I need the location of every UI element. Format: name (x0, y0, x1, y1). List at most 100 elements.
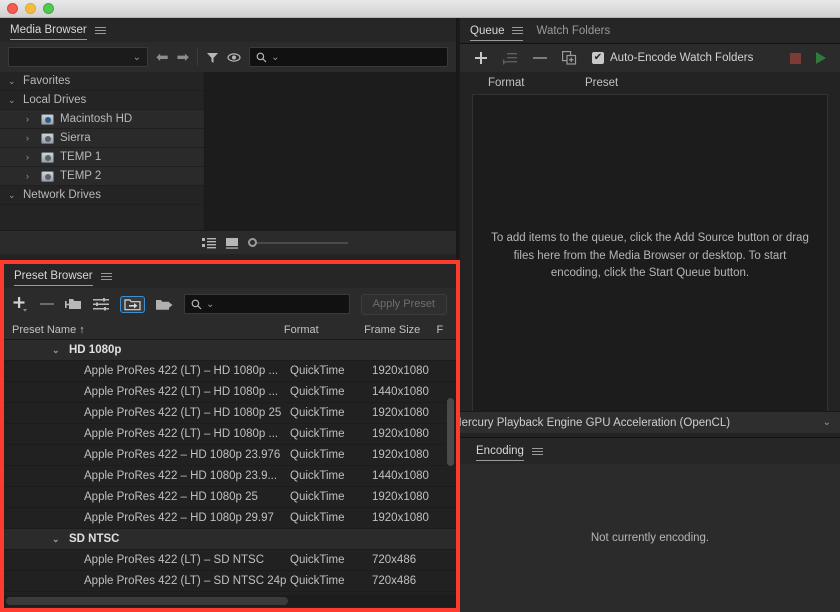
preset-list[interactable]: ⌄ HD 1080p Apple ProRes 422 (LT) – HD 108… (4, 340, 456, 595)
drive-tree[interactable]: ⌄ Favorites ⌄ Local Drives › Macintosh HD ›… (0, 72, 205, 230)
slider-knob[interactable] (248, 238, 257, 247)
preset-format: QuickTime (290, 386, 345, 398)
hamburger-icon[interactable] (94, 26, 106, 34)
table-row[interactable]: Apple ProRes 422 (LT) – SD NTSC 24p Quick… (4, 571, 456, 592)
tree-item-label: Favorites (23, 75, 71, 87)
search-icon (256, 52, 267, 62)
column-preset-name[interactable]: Preset Name ↑ (4, 324, 284, 336)
tree-item-macintosh-hd[interactable]: › Macintosh HD (0, 110, 204, 129)
arrow-right-icon[interactable]: ➡ (177, 50, 190, 65)
import-preset-icon[interactable] (120, 295, 145, 313)
preset-list-hscrollbar[interactable] (4, 595, 456, 607)
column-frame-rate[interactable]: F (436, 324, 456, 336)
apply-preset-button[interactable]: Apply Preset (360, 293, 447, 315)
duplicate-icon[interactable] (562, 51, 577, 65)
tree-item-sierra[interactable]: › Sierra (0, 129, 204, 148)
queue-drop-area[interactable]: To add items to the queue, click the Add… (472, 94, 828, 419)
table-row[interactable]: Apple ProRes 422 (LT) – HD 1080p ... Quic… (4, 361, 456, 382)
arrow-left-icon[interactable]: ⬅ (156, 50, 169, 65)
close-window-button[interactable] (7, 3, 18, 14)
preset-name: Apple ProRes 422 (LT) – SD NTSC 24p (84, 575, 287, 587)
stop-icon[interactable] (790, 52, 801, 64)
tree-item-favorites[interactable]: ⌄ Favorites (0, 72, 204, 91)
tree-item-temp-1[interactable]: › TEMP 1 (0, 148, 204, 167)
play-icon[interactable] (816, 52, 826, 64)
hamburger-icon[interactable] (531, 447, 543, 455)
add-preset-icon[interactable] (503, 52, 518, 65)
tab-media-browser[interactable]: Media Browser (10, 17, 87, 43)
path-select[interactable]: ⌄ (8, 47, 148, 67)
preset-format: QuickTime (290, 428, 345, 440)
tab-encoding[interactable]: Encoding (476, 438, 524, 464)
preset-browser-panel: Preset Browser ⌄ Apply Preset Preset Nam… (0, 260, 460, 612)
table-row[interactable]: Apple ProRes 422 (LT) – HD 1080p ... Quic… (4, 424, 456, 445)
chevron-right-icon[interactable]: › (26, 171, 35, 181)
window-titlebar (0, 0, 840, 18)
chevron-down-icon[interactable]: ⌄ (52, 345, 61, 356)
chevron-down-icon: ⌄ (8, 94, 16, 105)
tab-watch-folders[interactable]: Watch Folders (537, 18, 611, 44)
media-preview-area[interactable] (205, 72, 456, 230)
chevron-down-icon[interactable]: ⌄ (52, 534, 61, 545)
column-frame-size[interactable]: Frame Size (364, 324, 436, 336)
scrollbar-thumb[interactable] (6, 597, 289, 605)
preset-settings-icon[interactable] (93, 297, 109, 311)
export-preset-icon[interactable] (156, 298, 173, 311)
table-row[interactable]: Apple ProRes 422 (LT) – HD 1080p ... Quic… (4, 382, 456, 403)
funnel-icon[interactable] (206, 51, 219, 64)
minus-icon[interactable] (40, 302, 54, 306)
queue-empty-message: To add items to the queue, click the Add… (491, 231, 809, 280)
thumbnail-view-icon[interactable] (225, 237, 239, 249)
chevron-down-icon: ⌄ (132, 51, 141, 63)
table-row[interactable]: Apple ProRes 422 – HD 1080p 23.9... Quick… (4, 466, 456, 487)
chevron-right-icon[interactable]: › (26, 152, 35, 162)
plus-icon[interactable] (474, 51, 488, 65)
chevron-down-icon: ⌄ (8, 75, 16, 86)
new-folder-icon[interactable] (65, 297, 82, 311)
table-row[interactable]: Apple ProRes 422 – HD 1080p 23.976 QuickT… (4, 445, 456, 466)
column-format[interactable]: Format (284, 324, 364, 336)
preset-format: QuickTime (290, 491, 345, 503)
chevron-right-icon[interactable]: › (26, 114, 35, 124)
chevron-down-icon: ⌄ (822, 417, 831, 428)
minimize-window-button[interactable] (25, 3, 36, 14)
preset-list-vscrollbar[interactable] (447, 398, 454, 466)
tab-preset-browser[interactable]: Preset Browser (14, 263, 93, 289)
preset-group-row[interactable]: ⌄ HD 1080p (4, 340, 456, 361)
table-row[interactable]: Apple ProRes 422 – HD 1080p 29.97 QuickTi… (4, 508, 456, 529)
hamburger-icon[interactable] (100, 272, 112, 280)
preset-name: Apple ProRes 422 (LT) – SD NTSC (84, 554, 265, 566)
table-row[interactable]: Apple ProRes 422 (LT) – SD NTSC QuickTime… (4, 550, 456, 571)
queue-panel: Queue Watch Folders ✔ Auto-Encode Watch … (452, 18, 840, 433)
preset-browser-title: Preset Browser (14, 270, 93, 282)
hard-drive-icon (41, 113, 54, 125)
preset-frame-size: 1920x1080 (372, 491, 429, 503)
plus-icon[interactable] (13, 296, 29, 312)
tree-item-temp-2[interactable]: › TEMP 2 (0, 167, 204, 186)
hamburger-icon[interactable] (511, 27, 523, 34)
eye-icon[interactable] (227, 52, 241, 63)
zoom-window-button[interactable] (43, 3, 54, 14)
table-row[interactable]: Apple ProRes 422 (LT) – HD 1080p 25 Quick… (4, 403, 456, 424)
preset-search-input[interactable]: ⌄ (184, 294, 350, 314)
tab-label: Queue (470, 24, 505, 37)
preset-group-row[interactable]: ⌄ SD NTSC (4, 529, 456, 550)
tree-item-local-drives[interactable]: ⌄ Local Drives (0, 91, 204, 110)
preset-format: QuickTime (290, 575, 345, 587)
column-format: Format (488, 77, 525, 89)
sort-ascending-icon: ↑ (79, 323, 85, 336)
encoding-body: Not currently encoding. (460, 464, 840, 612)
thumbnail-size-slider[interactable] (248, 238, 348, 248)
search-input[interactable]: ⌄ (249, 47, 448, 67)
chevron-right-icon[interactable]: › (26, 133, 35, 143)
auto-encode-watch-folders-checkbox[interactable]: ✔ Auto-Encode Watch Folders (592, 52, 753, 64)
preset-frame-size: 1920x1080 (372, 365, 429, 377)
gpu-renderer-select[interactable]: Mercury Playback Engine GPU Acceleration… (452, 411, 840, 433)
minus-icon[interactable] (533, 56, 547, 60)
list-view-icon[interactable] (202, 237, 216, 249)
tab-queue[interactable]: Queue (470, 18, 523, 44)
media-browser-title: Media Browser (10, 24, 87, 36)
tree-item-network-drives[interactable]: ⌄ Network Drives (0, 186, 204, 205)
table-row[interactable]: Apple ProRes 422 – HD 1080p 25 QuickTime 1… (4, 487, 456, 508)
queue-column-headers: Format Preset (460, 72, 840, 94)
